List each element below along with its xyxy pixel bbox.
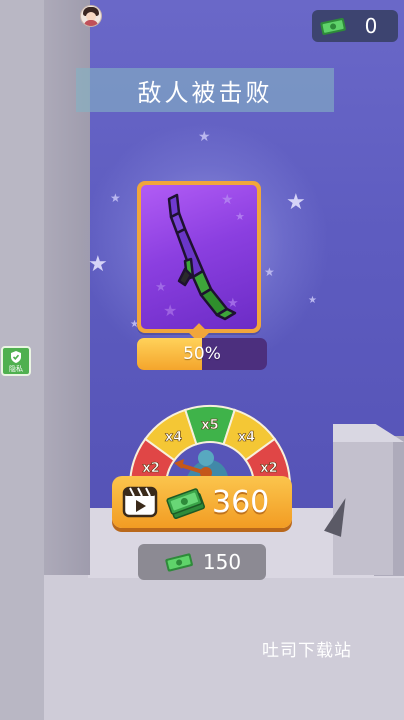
wheel-multiplier-label: x5: [201, 418, 218, 433]
cash-counter: 0: [312, 10, 398, 42]
base-reward-amount: 150: [202, 550, 242, 574]
watch-ad-reward-button[interactable]: 360: [112, 476, 292, 528]
star-decoration: ★: [198, 129, 211, 145]
result-banner: 敌人被击败: [76, 68, 334, 112]
wheel-multiplier-label: x2: [260, 461, 277, 476]
star-decoration: ★: [286, 190, 306, 215]
watermark-text: 吐司下载站: [262, 641, 352, 661]
privacy-badge[interactable]: 隐私: [1, 346, 31, 376]
star-decoration: ★: [88, 252, 108, 277]
privacy-label: 隐私: [9, 365, 23, 373]
cash-bill-icon: [165, 553, 193, 572]
bazooka-weapon-icon: [167, 193, 237, 321]
collect-base-reward-button[interactable]: 150: [138, 544, 266, 580]
shield-check-icon: [11, 351, 21, 363]
cash-stack-icon: [166, 488, 205, 519]
player-avatar-icon[interactable]: [80, 5, 102, 27]
progress-label: 50%: [183, 344, 221, 364]
unlock-progress-bar: 50%: [137, 338, 267, 370]
wheel-multiplier-label: x4: [238, 430, 255, 445]
wheel-multiplier-label: x2: [142, 461, 159, 476]
star-decoration: ★: [308, 295, 317, 306]
star-decoration: ★: [110, 191, 121, 205]
video-ad-icon: [122, 486, 158, 518]
star-decoration: ★: [264, 265, 275, 279]
cash-bill-icon: [320, 18, 346, 35]
weapon-card: ★ ★ ★ ★ ★: [137, 181, 261, 333]
reward-amount: 360: [212, 484, 270, 520]
cash-count: 0: [364, 14, 378, 38]
result-title: 敌人被击败: [137, 78, 273, 107]
weapon-card-inner: ★ ★ ★ ★ ★: [141, 185, 257, 329]
